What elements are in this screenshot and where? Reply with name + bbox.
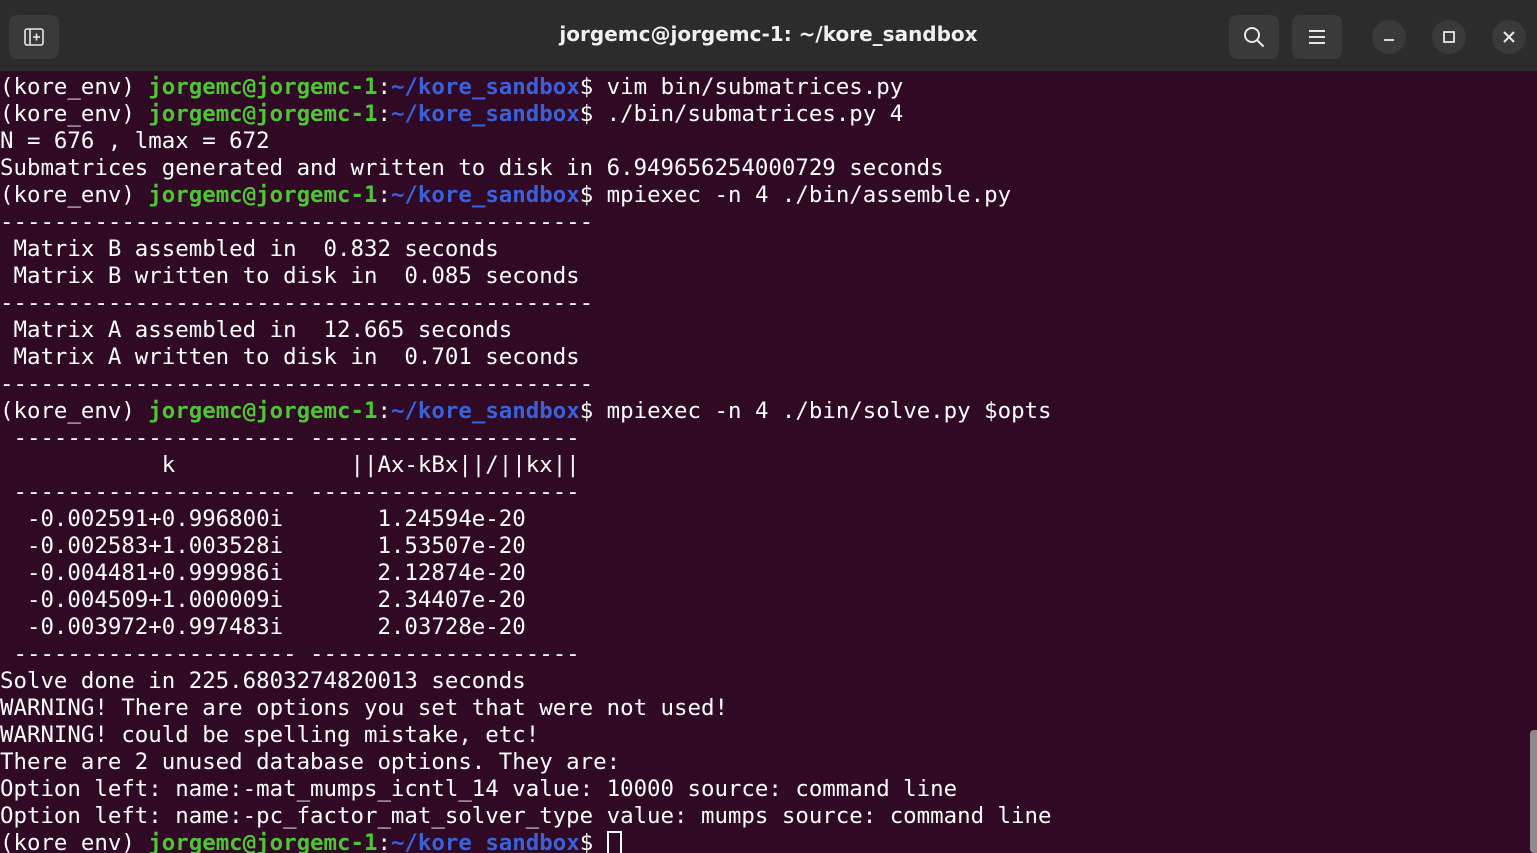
output-line: There are 2 unused database options. The…: [0, 749, 621, 775]
command-text: ./bin/submatrices.py 4: [606, 101, 904, 127]
prompt-path: ~/kore_sandbox: [390, 830, 580, 853]
output-line: --------------------- ------------------…: [0, 641, 580, 667]
prompt-env: (kore_env): [0, 101, 149, 127]
prompt-path: ~/kore_sandbox: [390, 101, 580, 127]
output-line: N = 676 , lmax = 672: [0, 128, 270, 154]
prompt-symbol: $: [579, 830, 607, 853]
prompt-path: ~/kore_sandbox: [390, 182, 580, 208]
output-line: -0.004509+1.000009i 2.34407e-20: [0, 587, 526, 613]
prompt-env: (kore_env): [0, 182, 149, 208]
text-cursor: [606, 831, 622, 853]
output-line: --------------------- ------------------…: [0, 479, 580, 505]
output-line: WARNING! could be spelling mistake, etc!: [0, 722, 540, 748]
minimize-button[interactable]: [1372, 20, 1406, 54]
scrollbar[interactable]: [1530, 730, 1537, 853]
prompt-line: (kore_env) jorgemc@jorgemc-1:~/kore_sand…: [0, 101, 1528, 128]
prompt-path: ~/kore_sandbox: [390, 398, 580, 424]
prompt-symbol: $: [579, 398, 607, 424]
title-bar[interactable]: jorgemc@jorgemc-1: ~/kore_sandbox: [0, 0, 1537, 72]
prompt-line: (kore_env) jorgemc@jorgemc-1:~/kore_sand…: [0, 74, 1528, 101]
output-line: ----------------------------------------…: [0, 371, 594, 397]
command-text: mpiexec -n 4 ./bin/solve.py $opts: [606, 398, 1052, 424]
menu-button[interactable]: [1292, 15, 1342, 59]
prompt-env: (kore_env): [0, 398, 149, 424]
command-text: vim bin/submatrices.py: [606, 74, 904, 100]
command-text: mpiexec -n 4 ./bin/assemble.py: [606, 182, 1012, 208]
hamburger-menu-icon: [1309, 30, 1325, 44]
output-line: --------------------- ------------------…: [0, 425, 580, 451]
prompt-env: (kore_env): [0, 74, 149, 100]
prompt-colon: :: [377, 830, 391, 853]
output-line: Solve done in 225.6803274820013 seconds: [0, 668, 526, 694]
new-tab-icon: [24, 28, 44, 46]
prompt-env: (kore_env): [0, 830, 149, 853]
output-line: ----------------------------------------…: [0, 209, 594, 235]
prompt-user: jorgemc@jorgemc-1: [148, 182, 378, 208]
terminal-output[interactable]: (kore_env) jorgemc@jorgemc-1:~/kore_sand…: [0, 74, 1528, 853]
prompt-line: (kore_env) jorgemc@jorgemc-1:~/kore_sand…: [0, 398, 1528, 425]
search-icon: [1244, 27, 1264, 47]
output-line: -0.002583+1.003528i 1.53507e-20: [0, 533, 526, 559]
maximize-button[interactable]: [1432, 20, 1466, 54]
maximize-icon: [1443, 31, 1455, 43]
prompt-colon: :: [377, 398, 391, 424]
output-line: Option left: name:-pc_factor_mat_solver_…: [0, 803, 1052, 829]
output-line: -0.002591+0.996800i 1.24594e-20: [0, 506, 526, 532]
prompt-user: jorgemc@jorgemc-1: [148, 398, 378, 424]
close-icon: [1503, 31, 1515, 43]
prompt-colon: :: [377, 74, 391, 100]
output-line: k ||Ax-kBx||/||kx||: [0, 452, 580, 478]
prompt-symbol: $: [579, 101, 607, 127]
prompt-symbol: $: [579, 74, 607, 100]
prompt-colon: :: [377, 182, 391, 208]
prompt-line: (kore_env) jorgemc@jorgemc-1:~/kore_sand…: [0, 830, 1528, 853]
terminal-window: jorgemc@jorgemc-1: ~/kore_sandbox (kore_…: [0, 0, 1537, 853]
output-line: -0.003972+0.997483i 2.03728e-20: [0, 614, 526, 640]
search-button[interactable]: [1229, 15, 1279, 59]
prompt-colon: :: [377, 101, 391, 127]
prompt-user: jorgemc@jorgemc-1: [148, 101, 378, 127]
output-line: Option left: name:-mat_mumps_icntl_14 va…: [0, 776, 958, 802]
output-line: Matrix B assembled in 0.832 seconds: [0, 236, 499, 262]
output-line: Matrix B written to disk in 0.085 second…: [0, 263, 580, 289]
minimize-icon: [1384, 39, 1394, 41]
prompt-path: ~/kore_sandbox: [390, 74, 580, 100]
prompt-line: (kore_env) jorgemc@jorgemc-1:~/kore_sand…: [0, 182, 1528, 209]
prompt-user: jorgemc@jorgemc-1: [148, 830, 378, 853]
new-tab-button[interactable]: [9, 15, 59, 59]
prompt-symbol: $: [579, 182, 607, 208]
output-line: ----------------------------------------…: [0, 290, 594, 316]
close-button[interactable]: [1492, 20, 1526, 54]
output-line: Matrix A assembled in 12.665 seconds: [0, 317, 513, 343]
output-line: Submatrices generated and written to dis…: [0, 155, 944, 181]
output-line: WARNING! There are options you set that …: [0, 695, 728, 721]
prompt-user: jorgemc@jorgemc-1: [148, 74, 378, 100]
output-line: Matrix A written to disk in 0.701 second…: [0, 344, 580, 370]
output-line: -0.004481+0.999986i 2.12874e-20: [0, 560, 526, 586]
